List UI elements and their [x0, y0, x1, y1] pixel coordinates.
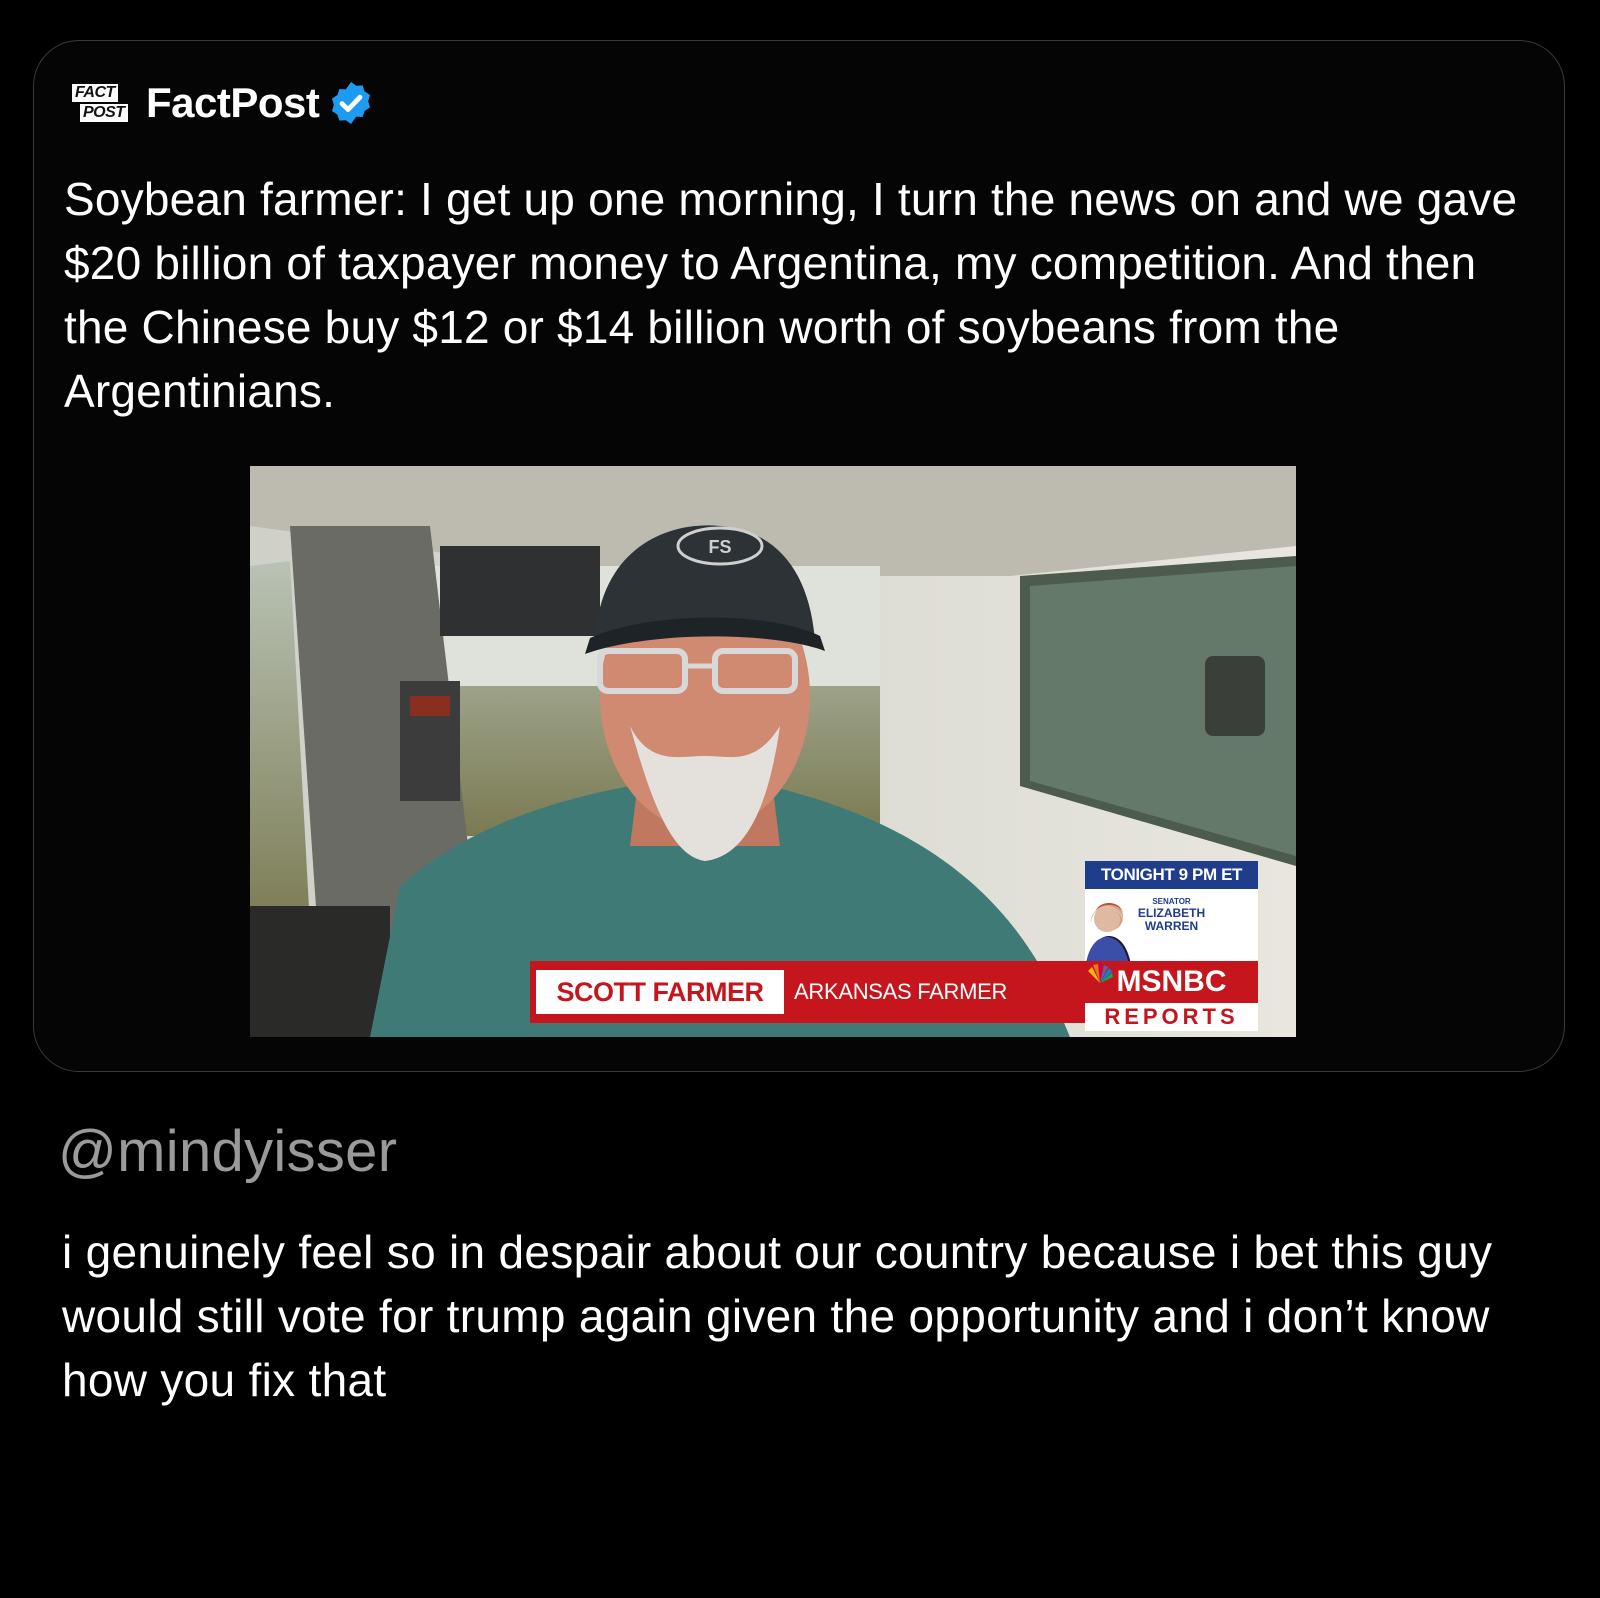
account-name[interactable]: FactPost — [146, 79, 320, 127]
promo-box: TONIGHT 9 PM ET SENATOR ELIZABETH WARREN — [1085, 861, 1258, 971]
network-name: MSNBC — [1116, 965, 1227, 998]
verified-badge-icon — [332, 82, 371, 124]
cap-logo-text: FS — [708, 537, 731, 557]
lower-third-title: ARKANSAS FARMER — [794, 979, 1008, 1004]
factpost-logo[interactable]: FACT POST — [72, 75, 128, 131]
post-text: Soybean farmer: I get up one morning, I … — [64, 173, 1518, 417]
peacock-icon — [1088, 963, 1113, 983]
guest-portrait-icon — [1085, 906, 1130, 971]
video-thumbnail[interactable]: FS TONIGHT 9 PM ET SENATOR ELIZABETH WAR… — [250, 466, 1296, 1037]
reply-author-handle[interactable]: @mindyisser — [58, 1118, 397, 1185]
post-header: FACT POST FactPost — [72, 73, 375, 133]
logo-line-1: FACT — [72, 84, 118, 102]
program-name: REPORTS — [1085, 1003, 1258, 1031]
reply-text: i genuinely feel so in despair about our… — [62, 1226, 1493, 1406]
lower-third-name: SCOTT FARMER — [536, 970, 784, 1014]
promo-time: TONIGHT 9 PM ET — [1085, 861, 1258, 889]
promo-guest: ELIZABETH WARREN — [1137, 906, 1206, 933]
msnbc-reports-logo: MSNBC REPORTS — [1085, 961, 1258, 1031]
logo-line-2: POST — [80, 104, 128, 122]
quoted-post-card[interactable]: FACT POST FactPost Soybean farmer: I get… — [33, 40, 1565, 1072]
